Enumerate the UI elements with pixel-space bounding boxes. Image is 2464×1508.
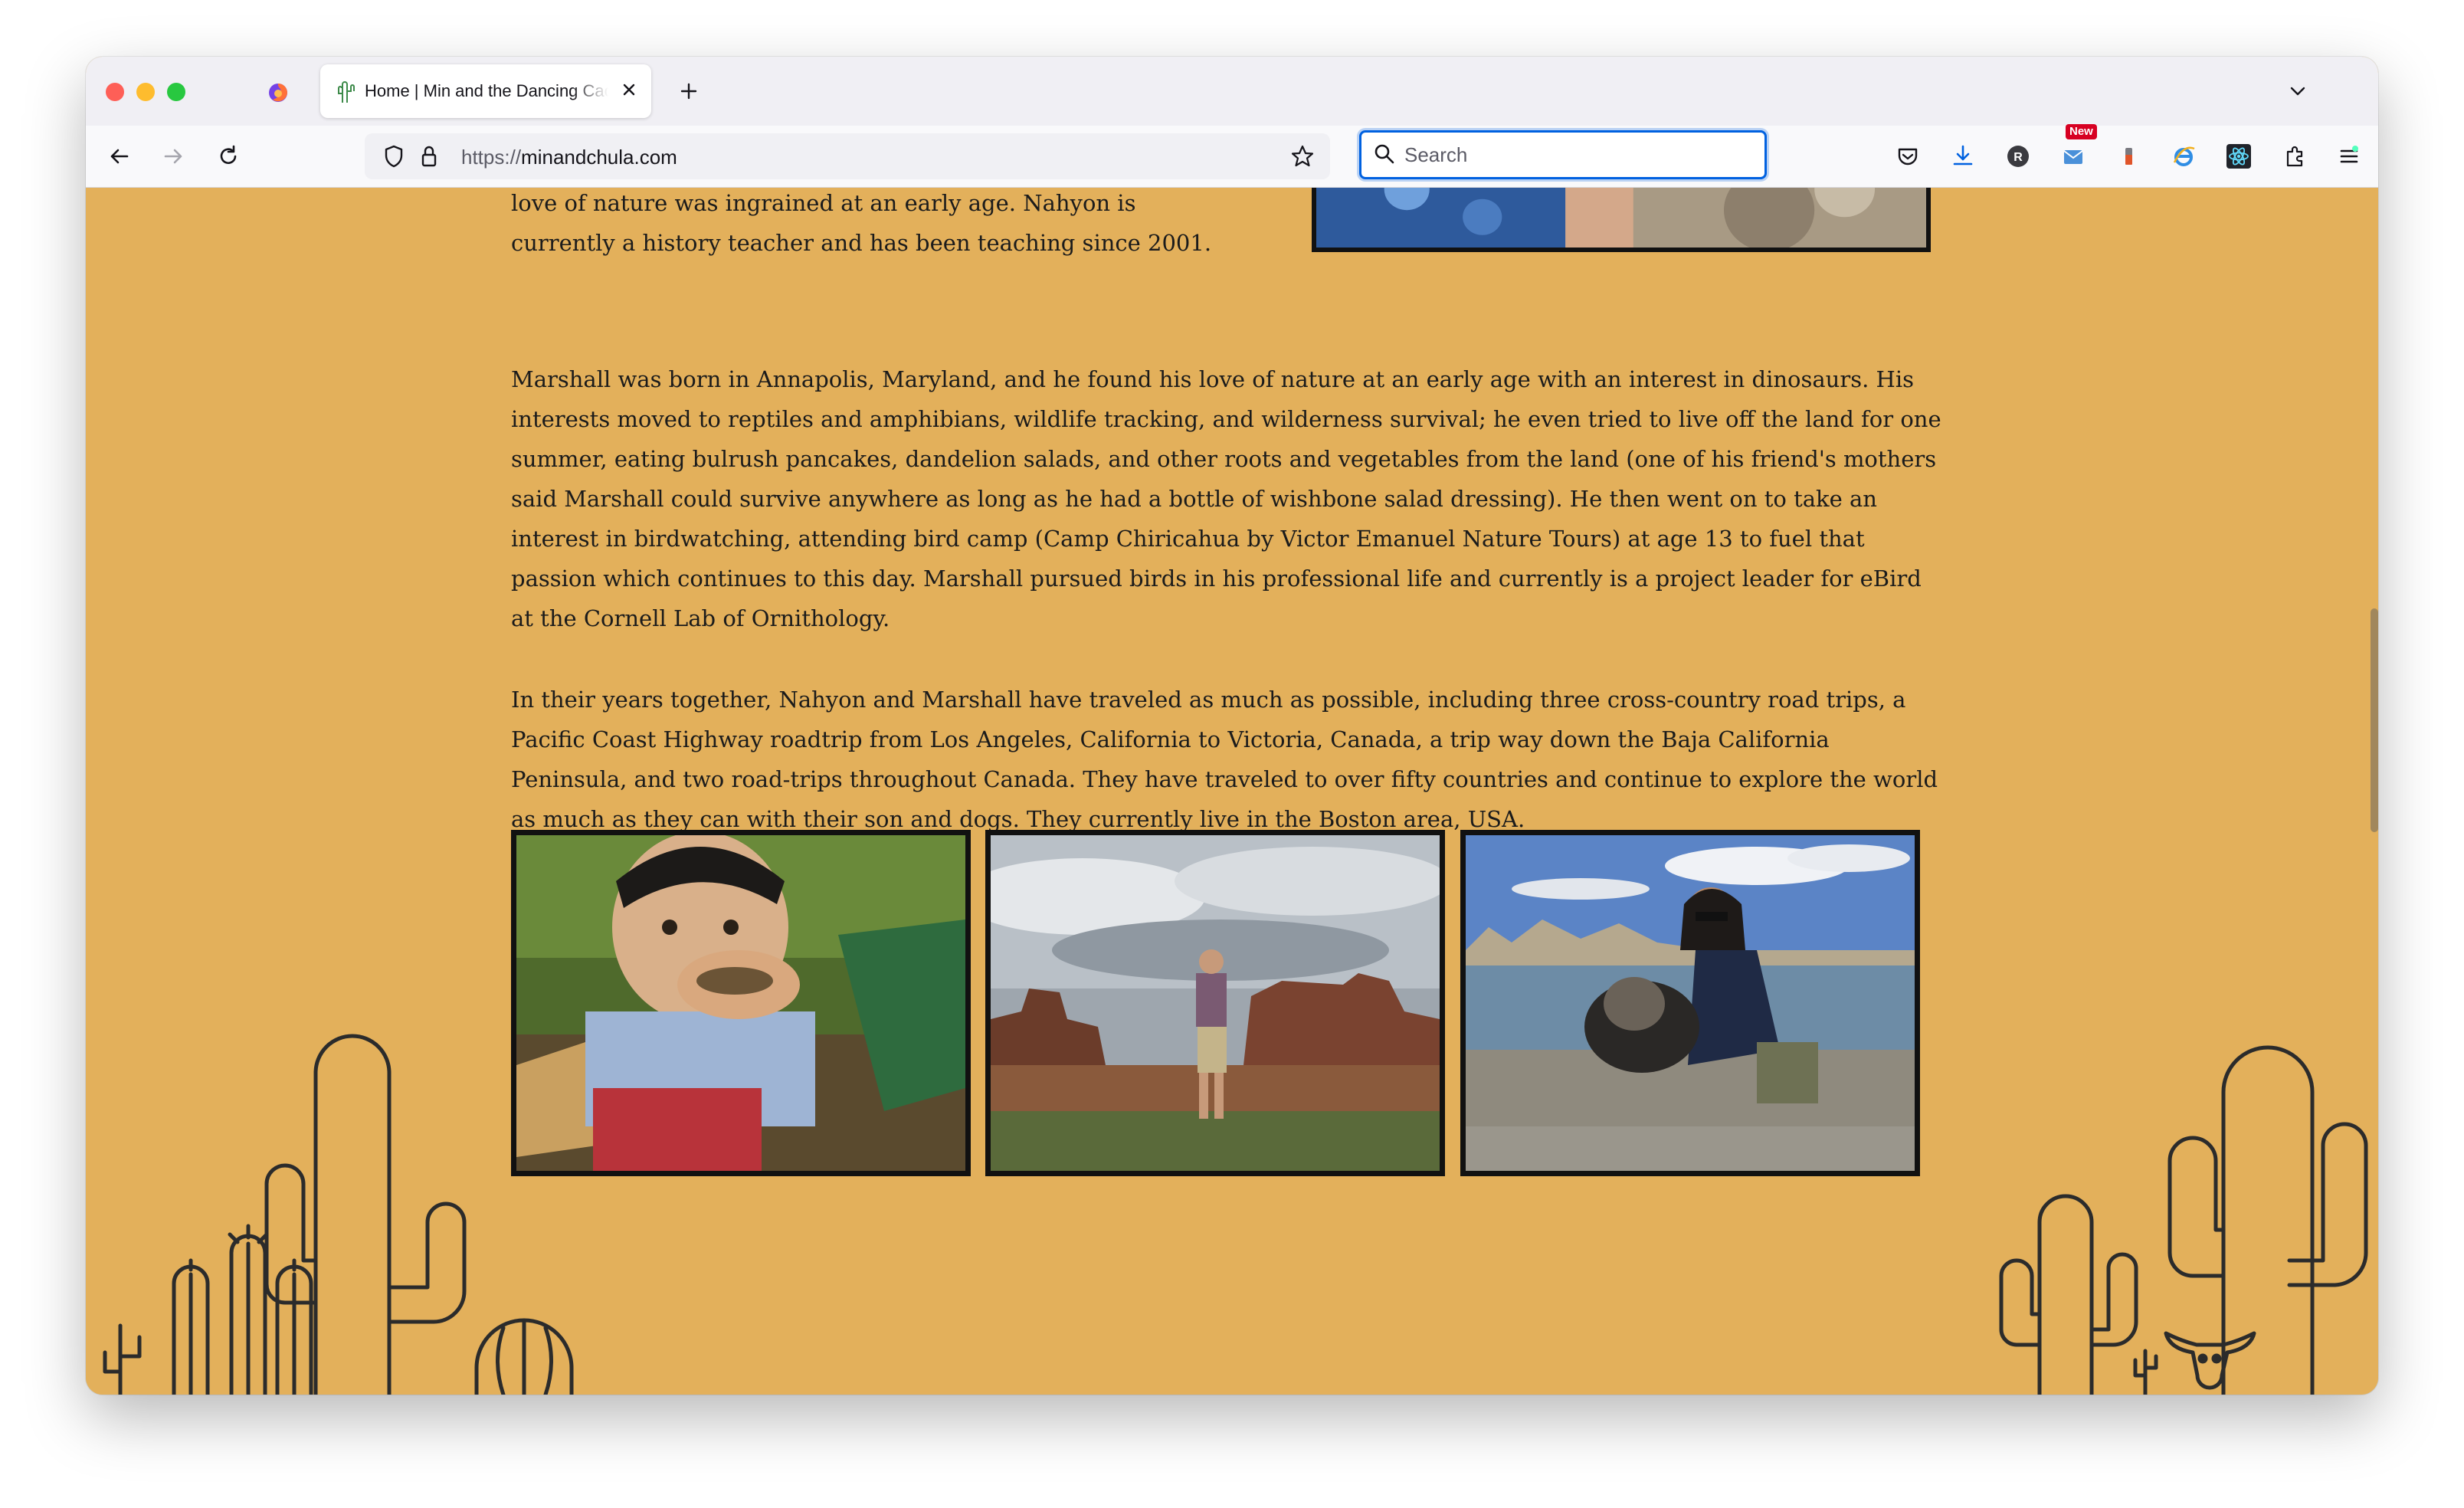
- tab-title: Home | Min and the Dancing Cactus: [365, 81, 608, 100]
- url-host: minandchula.com: [521, 146, 677, 169]
- search-icon: [1375, 144, 1394, 164]
- chevron-down-icon[interactable]: [2285, 78, 2311, 104]
- marshall-paragraph: Marshall was born in Annapolis, Maryland…: [511, 366, 1941, 631]
- address-bar[interactable]: https://minandchula.com: [365, 133, 1330, 179]
- top-photo-partial: [1312, 188, 1931, 252]
- browser-window: Home | Min and the Dancing Cactus https:…: [86, 57, 2378, 1395]
- downloads-icon[interactable]: [1949, 143, 1977, 170]
- pocket-icon[interactable]: [1894, 143, 1922, 170]
- lock-icon[interactable]: [415, 143, 443, 170]
- search-input[interactable]: [1404, 140, 1742, 169]
- forward-arrow-icon[interactable]: [159, 143, 187, 170]
- bookmark-star-icon[interactable]: [1289, 143, 1316, 170]
- cactus-line-art-left-icon: [103, 1034, 574, 1395]
- url-protocol: https://: [461, 146, 522, 169]
- tab-active[interactable]: Home | Min and the Dancing Cactus: [320, 64, 651, 118]
- svg-text:R: R: [2013, 151, 2023, 164]
- page-scrollbar-thumb[interactable]: [2371, 608, 2378, 832]
- intro-paragraph: love of nature was ingrained at an early…: [511, 190, 1212, 256]
- extensions-puzzle-icon[interactable]: [2282, 143, 2309, 170]
- cactus-line-art-right-icon: [1999, 1045, 2368, 1395]
- woman-with-dog-at-lake-photo: [1460, 830, 1920, 1176]
- cactus-favicon-icon: [338, 81, 355, 103]
- firefox-view-icon[interactable]: [267, 81, 290, 104]
- web-page-content: love of nature was ingrained at an early…: [86, 188, 2369, 1395]
- tracking-protection-shield-icon[interactable]: [380, 143, 408, 170]
- close-window-button[interactable]: [106, 83, 124, 101]
- tab-strip: Home | Min and the Dancing Cactus: [86, 57, 2378, 126]
- react-devtools-icon[interactable]: [2225, 143, 2253, 170]
- close-tab-icon[interactable]: [618, 78, 641, 101]
- new-badge: New: [2066, 124, 2097, 139]
- url-text: https://minandchula.com: [461, 146, 677, 169]
- app-menu-icon[interactable]: [2335, 143, 2363, 170]
- search-bar[interactable]: [1359, 130, 1767, 179]
- maximize-window-button[interactable]: [167, 83, 185, 101]
- together-paragraph: In their years together, Nahyon and Mars…: [511, 687, 1938, 832]
- mail-extension-icon[interactable]: [2059, 143, 2087, 170]
- r-extension-icon[interactable]: R: [2004, 143, 2032, 170]
- battery-extension-icon[interactable]: [2115, 143, 2142, 170]
- reload-icon[interactable]: [215, 143, 242, 170]
- hiker-at-canyon-photo: [985, 830, 1445, 1176]
- minimize-window-button[interactable]: [136, 83, 155, 101]
- ie-tab-extension-icon[interactable]: [2170, 143, 2197, 170]
- new-tab-icon[interactable]: [676, 78, 702, 104]
- back-arrow-icon[interactable]: [106, 143, 133, 170]
- navigation-toolbar: https://minandchula.com R: [86, 124, 2378, 188]
